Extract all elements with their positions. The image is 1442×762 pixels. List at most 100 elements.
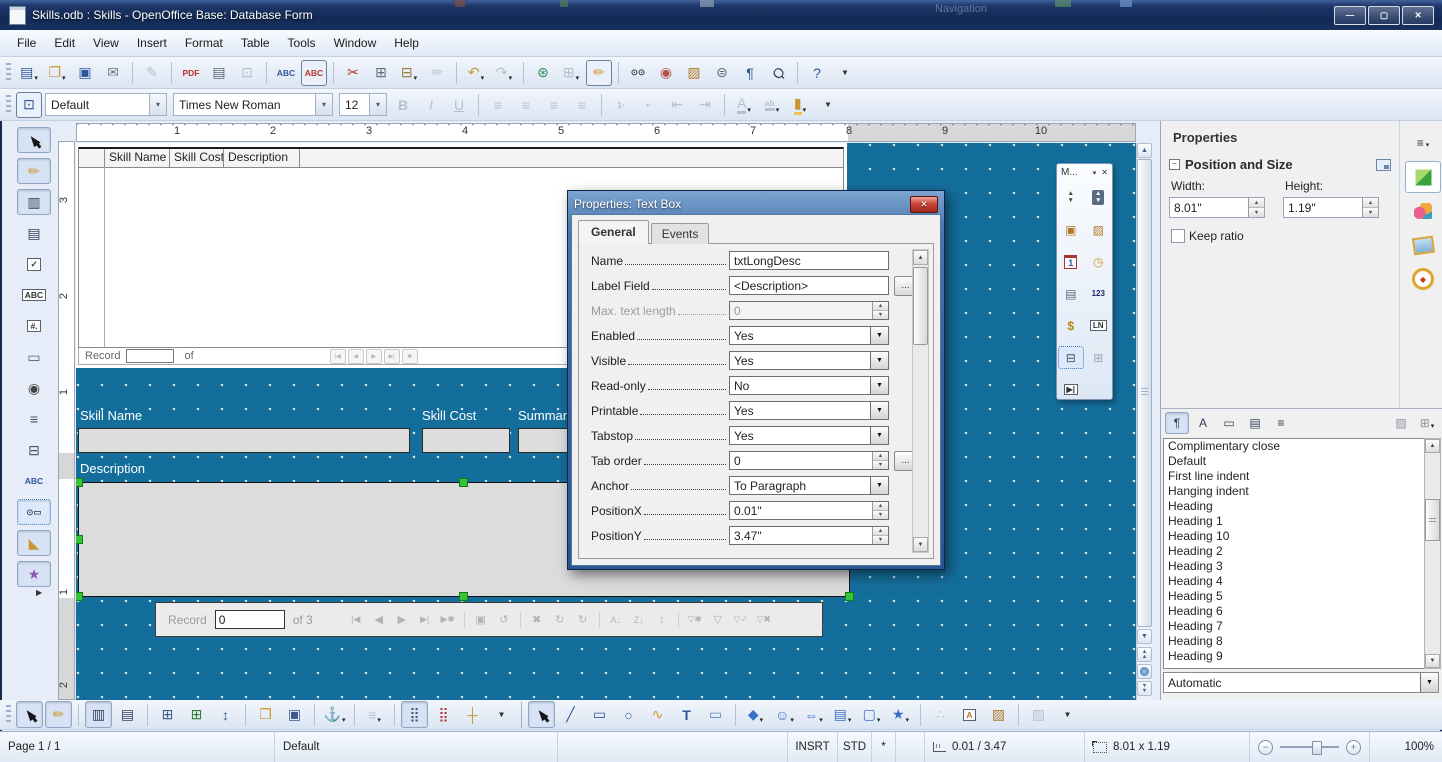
dropdown-arrow-icon[interactable] <box>1420 673 1438 692</box>
horizontal-ruler[interactable]: 12345678910 <box>76 123 1136 142</box>
form-navigation-bar[interactable]: Record 0 of 3 |◀◀▶▶|▶✱▣↺✖↻↻A↓Z↓↕▽✱▽▽✓▽✖ <box>155 602 823 637</box>
style-item[interactable]: Heading 5 <box>1164 589 1432 604</box>
picture-from-file-button[interactable]: ▨ <box>985 701 1012 728</box>
visible-dropdown-icon[interactable] <box>870 352 888 369</box>
style-item[interactable]: Heading 10 <box>1164 529 1432 544</box>
navigation-bar-button[interactable]: ▶| <box>1058 378 1084 401</box>
stars-button[interactable]: ★▾ <box>887 701 914 728</box>
max-text-length-spinner[interactable] <box>872 302 888 319</box>
menu-view[interactable]: View <box>84 31 128 55</box>
list-styles-button[interactable]: ≡ <box>1269 412 1293 434</box>
pattern-field-button[interactable]: LN <box>1085 314 1111 337</box>
delete-record-button[interactable]: ✖ <box>528 610 546 630</box>
skill-name-label[interactable]: Skill Name <box>80 408 142 423</box>
close-button[interactable]: ✕ <box>1402 6 1434 25</box>
style-item[interactable]: Heading 4 <box>1164 574 1432 589</box>
export-pdf-button[interactable]: PDF <box>178 60 204 86</box>
scroll-down-button[interactable]: ▼ <box>1425 654 1440 668</box>
skill-name-input[interactable] <box>78 428 410 453</box>
zoom-button[interactable]: Ϙ <box>765 60 791 86</box>
spin-up-icon[interactable] <box>1363 198 1378 207</box>
callout-shapes-button[interactable]: ▢▾ <box>858 701 885 728</box>
selection-handle[interactable] <box>76 535 83 544</box>
toolbar-grip[interactable] <box>6 63 11 83</box>
ellipse-button[interactable]: ○ <box>615 701 642 728</box>
zoom-slider-track[interactable] <box>1280 746 1339 748</box>
table-control-button[interactable]: ⊞ <box>1085 346 1111 369</box>
selection-handle[interactable] <box>76 592 83 601</box>
previous-record-button[interactable]: ◀ <box>348 349 364 364</box>
scroll-down-button[interactable]: ▼ <box>913 537 928 552</box>
design-mode-button[interactable]: ✏ <box>45 701 72 728</box>
skill-cost-input[interactable] <box>422 428 510 453</box>
undo-data-entry-button[interactable]: ↺ <box>495 610 513 630</box>
tab-order-field[interactable]: 0 <box>729 451 889 470</box>
name-field[interactable]: txtLongDesc <box>729 251 889 270</box>
standard-filter-button[interactable]: ▽✓ <box>732 610 750 630</box>
menu-help[interactable]: Help <box>385 31 428 55</box>
summary-label[interactable]: Summary <box>518 408 574 423</box>
more-controls-button[interactable]: ⊙▭ <box>17 499 51 525</box>
page-style-indicator[interactable]: Default <box>275 732 558 762</box>
form-properties-button[interactable]: ▤ <box>114 701 141 728</box>
scroll-up-button[interactable]: ▲ <box>913 250 928 265</box>
anchor-field[interactable]: To Paragraph <box>729 476 889 495</box>
help-button[interactable]: ? <box>804 60 830 86</box>
style-item[interactable]: Heading 6 <box>1164 604 1432 619</box>
previous-record-button[interactable]: ◀ <box>370 610 388 630</box>
toolbar-grip[interactable] <box>6 705 11 725</box>
record-number-input[interactable] <box>126 349 174 363</box>
page-styles-button[interactable]: ▤ <box>1243 412 1267 434</box>
vertical-ruler[interactable]: 32112 <box>58 141 75 700</box>
rectangle-button[interactable]: ▭ <box>586 701 613 728</box>
label-field-field[interactable]: <Description> <box>729 276 889 295</box>
read-only-dropdown-icon[interactable] <box>870 377 888 394</box>
select-button[interactable] <box>528 701 555 728</box>
toolbar-grip[interactable] <box>6 95 11 115</box>
style-filter-combo[interactable]: Automatic <box>1163 672 1439 693</box>
dropdown-arrow-icon[interactable] <box>315 94 332 115</box>
width-input[interactable]: 8.01" <box>1169 197 1265 218</box>
style-item[interactable]: Complimentary close <box>1164 439 1432 454</box>
list-box-button[interactable]: ≡ <box>17 406 51 432</box>
properties-dialog[interactable]: Properties: Text Box ✕ General Events Na… <box>567 190 945 570</box>
style-item[interactable]: First line indent <box>1164 469 1432 484</box>
symbol-shapes-button[interactable]: ☺▾ <box>771 701 798 728</box>
font-size-combo[interactable]: 12 <box>339 93 387 116</box>
new-document-button[interactable]: ▤▾ <box>16 60 42 86</box>
text-button[interactable]: T <box>673 701 700 728</box>
paragraph-style-combo[interactable]: Default <box>45 93 167 116</box>
column-header[interactable]: Skill Cost <box>170 149 224 167</box>
tabstop-dropdown-icon[interactable] <box>870 427 888 444</box>
menu-edit[interactable]: Edit <box>45 31 84 55</box>
skill-cost-label[interactable]: Skill Cost <box>422 408 476 423</box>
file-selection-button[interactable]: ▤ <box>1058 282 1084 305</box>
apply-filter-button[interactable]: ▽ <box>709 610 727 630</box>
scrollbar-button[interactable]: ▲ ▼ <box>1085 186 1111 209</box>
open-button[interactable]: ❒▾ <box>44 60 70 86</box>
scroll-down-button[interactable]: ▼ <box>1137 629 1152 644</box>
more-controls-toolbar[interactable]: M... ▾ ✕ ▲ ▼▲ ▼▣▨1◷▤123$LN⊟⊞▶| <box>1056 163 1113 400</box>
callouts-button[interactable]: ▭ <box>702 701 729 728</box>
title-bar[interactable]: Navigation Skills.odb : Skills - OpenOff… <box>0 0 1442 30</box>
keep-ratio-checkbox[interactable] <box>1171 229 1185 243</box>
anchor-dropdown-icon[interactable] <box>870 477 888 494</box>
sort-button[interactable]: ↕ <box>653 610 671 630</box>
scrollbar-thumb[interactable] <box>913 267 928 345</box>
first-record-button[interactable]: |◀ <box>347 610 365 630</box>
last-record-button[interactable]: ▶| <box>384 349 400 364</box>
change-anchor-button[interactable]: ⚓▾ <box>321 701 348 728</box>
spin-down-icon[interactable] <box>1363 207 1378 217</box>
next-record-button[interactable]: ▶ <box>366 349 382 364</box>
printable-field[interactable]: Yes <box>729 401 889 420</box>
form-properties-button[interactable]: ▤ <box>17 220 51 246</box>
navigator-button[interactable]: ◉ <box>653 60 679 86</box>
wizards-button[interactable]: ★ <box>17 561 51 587</box>
tab-general[interactable]: General <box>578 220 649 244</box>
label-field-button[interactable]: ABC <box>17 468 51 494</box>
dialog-scrollbar[interactable]: ▲ ▼ <box>912 249 929 553</box>
styles-panel-button[interactable]: ⊡ <box>16 92 42 118</box>
select-button[interactable] <box>16 701 43 728</box>
maximize-button[interactable]: ▢ <box>1368 6 1400 25</box>
email-document-button[interactable]: ✉ <box>100 60 126 86</box>
